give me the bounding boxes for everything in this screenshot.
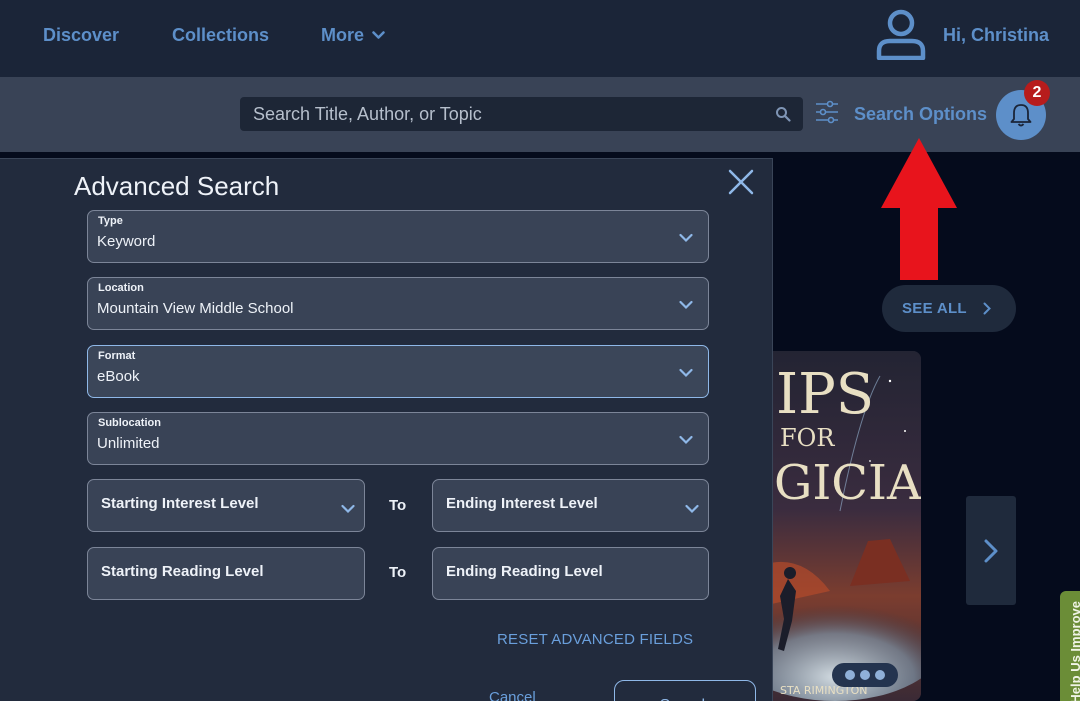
type-value: Keyword bbox=[97, 233, 156, 250]
search-icon[interactable] bbox=[775, 106, 791, 122]
format-label: Format bbox=[98, 350, 136, 362]
carousel-next-button[interactable] bbox=[966, 496, 1016, 605]
user-avatar-icon[interactable] bbox=[874, 8, 928, 60]
search-box bbox=[240, 97, 803, 131]
sublocation-select[interactable]: Sublocation Unlimited bbox=[87, 412, 709, 465]
starting-reading-level-label: Starting Reading Level bbox=[101, 563, 264, 580]
chevron-down-icon bbox=[685, 504, 699, 514]
chevron-right-icon bbox=[984, 539, 998, 563]
bell-icon bbox=[1010, 104, 1032, 127]
ending-reading-level-label: Ending Reading Level bbox=[446, 563, 603, 580]
notification-count-badge: 2 bbox=[1024, 80, 1050, 106]
cancel-button[interactable]: Cancel bbox=[489, 689, 536, 701]
chevron-down-icon bbox=[372, 31, 385, 39]
chevron-down-icon bbox=[679, 435, 693, 445]
location-label: Location bbox=[98, 282, 144, 294]
starting-interest-level-select[interactable]: Starting Interest Level bbox=[87, 479, 365, 532]
range-to-label: To bbox=[389, 564, 407, 581]
range-to-label: To bbox=[389, 497, 407, 514]
top-nav: Discover Collections More Hi, Christina bbox=[0, 0, 1080, 77]
feedback-tab-label: Help Us Improve bbox=[1068, 601, 1080, 701]
chevron-down-icon bbox=[679, 233, 693, 243]
book-title-line3: GICIANS bbox=[774, 455, 921, 511]
feedback-tab[interactable]: Help Us Improve bbox=[1060, 591, 1080, 701]
type-label: Type bbox=[98, 215, 123, 227]
see-all-label: SEE ALL bbox=[902, 300, 967, 317]
chevron-right-icon bbox=[983, 302, 991, 315]
dialog-title: Advanced Search bbox=[74, 171, 280, 201]
location-value: Mountain View Middle School bbox=[97, 300, 294, 317]
ending-reading-level-field[interactable]: Ending Reading Level bbox=[432, 547, 709, 600]
nav-discover[interactable]: Discover bbox=[43, 25, 119, 46]
book-title-line1: IPS bbox=[776, 362, 874, 427]
user-greeting[interactable]: Hi, Christina bbox=[943, 25, 1049, 46]
chevron-down-icon bbox=[341, 504, 355, 514]
format-value: eBook bbox=[97, 368, 140, 385]
advanced-search-dialog: Advanced Search Type Keyword Location Mo… bbox=[0, 158, 773, 701]
chevron-down-icon bbox=[679, 300, 693, 310]
close-icon[interactable] bbox=[727, 168, 755, 196]
format-select[interactable]: Format eBook bbox=[87, 345, 709, 398]
search-input[interactable] bbox=[240, 97, 760, 131]
sublocation-label: Sublocation bbox=[98, 417, 161, 429]
type-select[interactable]: Type Keyword bbox=[87, 210, 709, 263]
more-options-button[interactable] bbox=[832, 663, 898, 687]
sliders-icon[interactable] bbox=[814, 99, 840, 125]
ending-interest-level-label: Ending Interest Level bbox=[446, 495, 598, 512]
search-submit-button[interactable]: Search bbox=[614, 680, 756, 701]
search-options-button[interactable]: Search Options bbox=[854, 104, 987, 125]
reset-advanced-fields-button[interactable]: RESET ADVANCED FIELDS bbox=[497, 631, 693, 648]
dot bbox=[860, 670, 870, 680]
annotation-arrow-icon bbox=[881, 138, 957, 280]
nav-more-label: More bbox=[321, 25, 365, 45]
book-title-line2: FOR bbox=[780, 424, 835, 452]
nav-more[interactable]: More bbox=[321, 25, 385, 46]
dot bbox=[875, 670, 885, 680]
dot bbox=[845, 670, 855, 680]
sublocation-value: Unlimited bbox=[97, 435, 160, 452]
location-select[interactable]: Location Mountain View Middle School bbox=[87, 277, 709, 330]
ending-interest-level-select[interactable]: Ending Interest Level bbox=[432, 479, 709, 532]
see-all-button[interactable]: SEE ALL bbox=[882, 285, 1016, 332]
starting-reading-level-field[interactable]: Starting Reading Level bbox=[87, 547, 365, 600]
chevron-down-icon bbox=[679, 368, 693, 378]
starting-interest-level-label: Starting Interest Level bbox=[101, 495, 259, 512]
nav-collections[interactable]: Collections bbox=[172, 25, 269, 46]
